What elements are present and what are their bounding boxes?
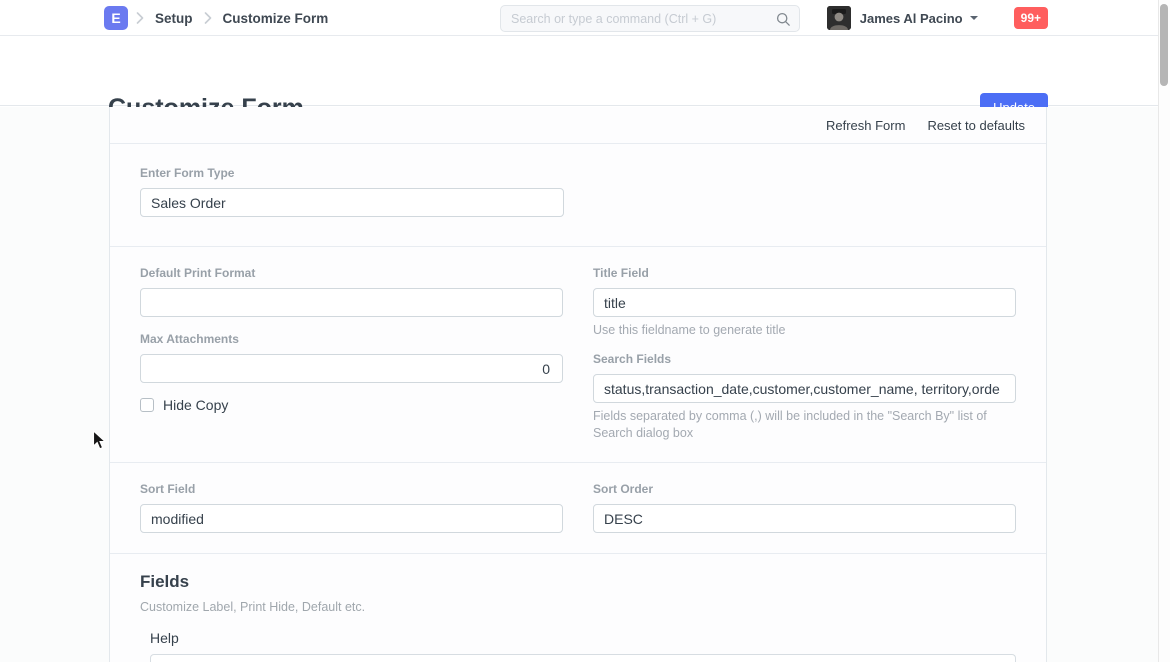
title-field-field[interactable] [593,288,1016,317]
fields-section-title: Fields [140,572,1016,592]
page-body: Refresh Form Reset to defaults Enter For… [0,107,1170,662]
hide-copy-row[interactable]: Hide Copy [140,397,563,413]
section-form-type: Enter Form Type [110,144,1046,247]
sort-order-group: Sort Order [593,482,1016,553]
title-field-help: Use this fieldname to generate title [593,322,1016,339]
avatar[interactable] [827,6,851,30]
refresh-form-link[interactable]: Refresh Form [826,118,905,133]
right-column: Title Field Use this fieldname to genera… [593,266,1016,462]
hide-copy-label: Hide Copy [163,397,228,413]
section-properties: Default Print Format Max Attachments Hid… [110,247,1046,463]
search-input[interactable] [501,6,799,31]
help-label[interactable]: Help [150,630,1016,646]
chevron-right-icon [204,12,212,24]
app-logo[interactable]: E [104,6,128,30]
fields-section-subtitle: Customize Label, Print Hide, Default etc… [140,600,1016,614]
search-fields-label: Search Fields [593,352,1016,366]
reset-to-defaults-link[interactable]: Reset to defaults [927,118,1025,133]
search-fields-help: Fields separated by comma (,) will be in… [593,408,1016,442]
hide-copy-checkbox[interactable] [140,398,154,412]
global-search [500,5,800,32]
scrollbar-thumb[interactable] [1160,4,1168,86]
scrollbar-track[interactable] [1158,0,1170,662]
max-attachments-label: Max Attachments [140,332,563,346]
enter-form-type-field[interactable] [140,188,564,217]
chevron-right-icon [136,12,144,24]
form-toolbar: Refresh Form Reset to defaults [110,107,1046,144]
customize-form-screen: E Setup Customize Form [0,0,1170,662]
section-fields: Fields Customize Label, Print Hide, Defa… [110,554,1046,662]
help-box [150,654,1016,662]
breadcrumb-setup[interactable]: Setup [155,11,193,26]
navbar: E Setup Customize Form [0,0,1170,36]
default-print-format-label: Default Print Format [140,266,563,280]
user-menu[interactable]: James Al Pacino [860,11,963,26]
sort-field-field[interactable] [140,504,563,533]
customize-form-card: Refresh Form Reset to defaults Enter For… [109,107,1047,662]
notification-badge[interactable]: 99+ [1014,7,1048,29]
sort-order-label: Sort Order [593,482,1016,496]
sort-field-group: Sort Field [140,482,563,553]
search-fields-field[interactable] [593,374,1016,403]
section-sorting: Sort Field Sort Order [110,463,1046,554]
max-attachments-field[interactable] [140,354,563,383]
title-field-label: Title Field [593,266,1016,280]
default-print-format-field[interactable] [140,288,563,317]
breadcrumb-customize-form[interactable]: Customize Form [223,11,329,26]
breadcrumb: Setup Customize Form [136,0,328,36]
page-head: Customize Form Update [0,36,1170,106]
sort-field-label: Sort Field [140,482,563,496]
sort-order-field[interactable] [593,504,1016,533]
enter-form-type-label: Enter Form Type [140,166,1016,180]
chevron-down-icon [970,16,978,20]
search-icon[interactable] [776,12,791,32]
navbar-user-area: James Al Pacino 99+ [827,0,1048,36]
left-column: Default Print Format Max Attachments Hid… [140,266,563,462]
